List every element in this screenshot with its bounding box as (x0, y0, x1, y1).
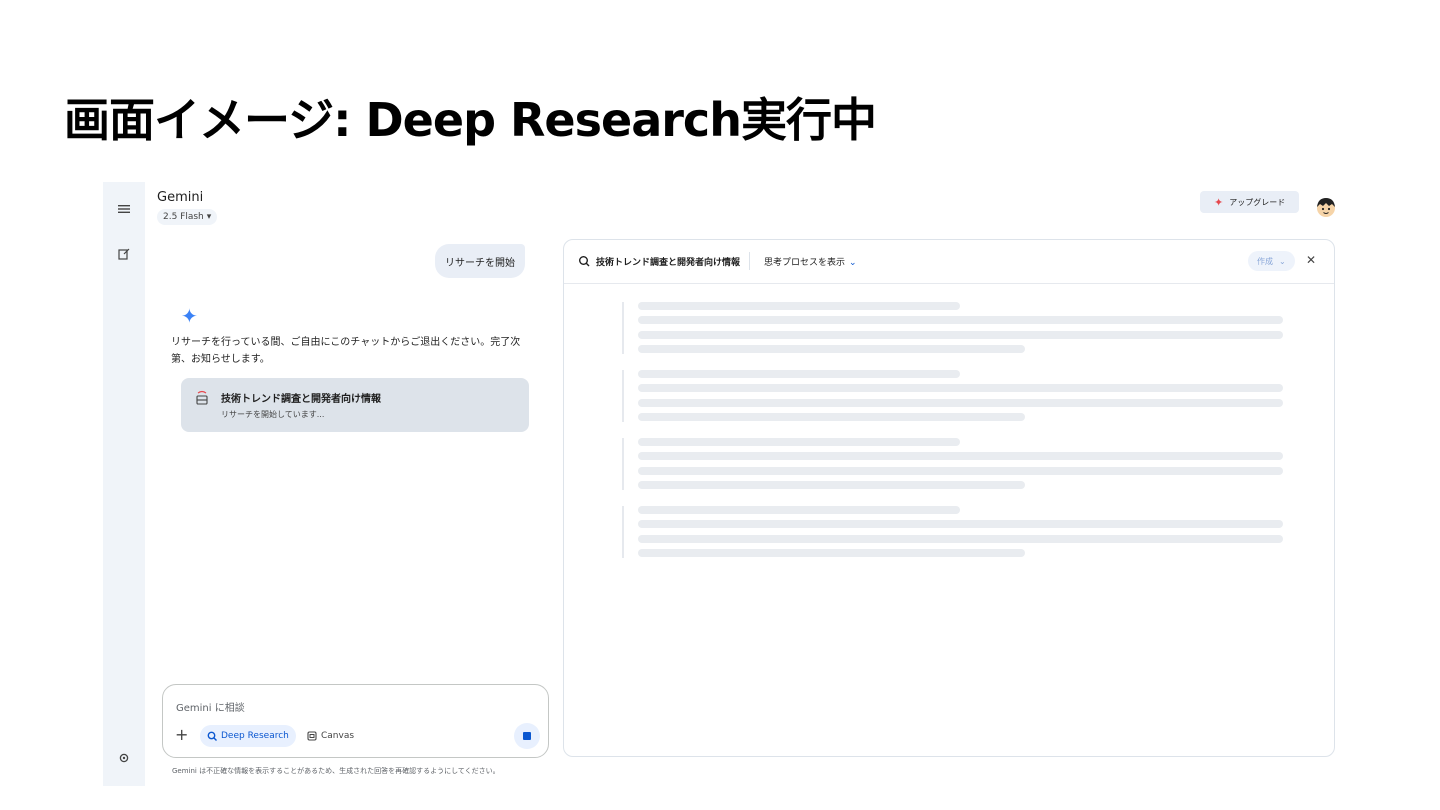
skeleton-bar (638, 399, 1283, 407)
slide-title: 画面イメージ: Deep Research実行中 (64, 93, 877, 147)
skeleton-bar (638, 467, 1283, 475)
header-divider (749, 252, 750, 270)
canvas-icon (307, 731, 317, 741)
skeleton-bar (638, 345, 1025, 353)
skeleton-bar (638, 535, 1283, 543)
prompt-composer[interactable]: Gemini に相談 + Deep Research Canvas (162, 684, 549, 758)
skeleton-block (622, 506, 1302, 558)
research-panel-title: 技術トレンド調査と開発者向け情報 (596, 258, 741, 268)
upgrade-label: アップグレード (1229, 197, 1286, 207)
skeleton-bar (638, 331, 1283, 339)
caret-down-icon: ▾ (206, 212, 212, 222)
close-icon[interactable]: ✕ (1306, 253, 1316, 267)
skeleton-bar (638, 413, 1025, 421)
skeleton-bar (638, 316, 1283, 324)
menu-icon[interactable] (112, 197, 136, 221)
app-title: Gemini (157, 190, 204, 205)
deep-research-icon (207, 731, 217, 741)
skeleton-bar (638, 438, 960, 446)
deep-research-label: Deep Research (221, 731, 289, 741)
skeleton-bar (638, 520, 1283, 528)
deep-research-icon (579, 256, 590, 267)
skeleton-bar (638, 302, 960, 310)
disclaimer: Gemini は不正確な情報を表示することがあるため、生成された回答を再確認する… (172, 767, 500, 775)
research-card-status: リサーチを開始しています... (221, 410, 325, 419)
deep-research-chip[interactable]: Deep Research (200, 725, 296, 747)
skeleton-bar (638, 370, 960, 378)
skeleton-rule (622, 370, 624, 422)
canvas-label: Canvas (321, 731, 355, 741)
skeleton-rule (622, 438, 624, 490)
side-rail (103, 182, 145, 786)
document-icon (196, 390, 208, 405)
show-thinking-toggle[interactable]: 思考プロセスを表示 ⌄ (764, 255, 857, 268)
add-icon[interactable]: + (175, 727, 188, 743)
research-panel: 技術トレンド調査と開発者向け情報 思考プロセスを表示 ⌄ 作成 ⌄ ✕ (563, 239, 1335, 757)
gemini-window: Gemini 2.5 Flash ▾ ✦ アップグレード リサーチを開始 ✦ リ… (103, 182, 1353, 786)
skeleton-bar (638, 506, 960, 514)
sparkle-icon: ✦ (1214, 195, 1224, 209)
prompt-input[interactable]: Gemini に相談 (176, 699, 245, 714)
skeleton-bar (638, 481, 1025, 489)
upgrade-button[interactable]: ✦ アップグレード (1200, 191, 1300, 213)
show-thinking-label: 思考プロセスを表示 (764, 258, 846, 268)
canvas-chip[interactable]: Canvas (303, 725, 358, 747)
assistant-reply: リサーチを行っている間、ご自由にこのチャットからご退出ください。完了次第、お知ら… (171, 337, 521, 365)
stop-button[interactable] (514, 723, 540, 749)
model-label: 2.5 Flash (163, 212, 204, 222)
settings-icon[interactable] (112, 746, 136, 770)
research-card[interactable]: 技術トレンド調査と開発者向け情報 リサーチを開始しています... (181, 378, 529, 432)
skeleton-rule (622, 506, 624, 558)
skeleton-block (622, 370, 1302, 422)
research-card-title: 技術トレンド調査と開発者向け情報 (221, 394, 381, 405)
create-button[interactable]: 作成 ⌄ (1248, 251, 1295, 271)
stop-icon (523, 732, 531, 740)
chevron-down-icon: ⌄ (849, 258, 857, 268)
skeleton-bar (638, 384, 1283, 392)
skeleton-bar (638, 549, 1025, 557)
new-chat-icon[interactable] (112, 242, 136, 266)
skeleton-bar (638, 452, 1283, 460)
model-selector[interactable]: 2.5 Flash ▾ (157, 209, 218, 225)
chevron-down-icon: ⌄ (1279, 256, 1286, 266)
skeleton-block (622, 438, 1302, 490)
user-message: リサーチを開始 (435, 244, 525, 278)
create-label: 作成 (1257, 256, 1273, 266)
research-panel-header: 技術トレンド調査と開発者向け情報 思考プロセスを表示 ⌄ 作成 ⌄ ✕ (564, 240, 1334, 284)
skeleton-block (622, 302, 1302, 354)
gemini-sparkle-icon: ✦ (181, 304, 198, 328)
skeleton-rule (622, 302, 624, 354)
avatar[interactable] (1315, 196, 1337, 218)
